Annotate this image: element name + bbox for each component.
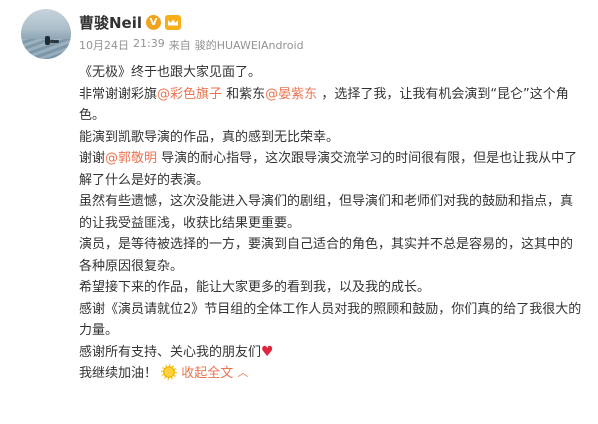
post-source-prefix: 来自 <box>168 39 191 52</box>
post-paragraph: 能演到凯歌导演的作品，真的感到无比荣幸。 <box>79 129 340 145</box>
post-time[interactable]: 21:39 <box>133 37 165 53</box>
post-text: 和紫东 <box>222 86 266 102</box>
heart-icon: ♥ <box>261 343 274 360</box>
post-source: 骏的HUAWEIAndroid <box>194 39 304 52</box>
post-text: 谢谢 <box>79 151 106 166</box>
avatar-figure-shadow <box>50 40 59 43</box>
post-paragraph: 虽然有些遗憾，这次没能进入导演们的剧组，但导演们和老师们对我的鼓励和指点，真的让… <box>79 194 574 231</box>
post-paragraph: 我继续加油！ 收起全文 ︿ <box>79 363 584 385</box>
post-paragraph: 感谢所有支持、关心我的朋友们♥ <box>79 342 584 364</box>
chevron-up-icon[interactable]: ︿ <box>237 362 248 384</box>
post-paragraph: 感谢《演员请就位2》节目组的全体工作人员对我的照顾和鼓励，你们真的给了我很大的力… <box>79 301 582 339</box>
mention-link[interactable]: @郭敬明 <box>105 151 157 166</box>
collapse-full-text-link[interactable]: 收起全文 <box>181 366 233 381</box>
mention-link[interactable]: @晏紫东 <box>265 87 317 102</box>
post-paragraph: 谢谢@郭敬明 导演的耐心指导，这次跟导演交流学习的时间很有限，但是也让我从中了解… <box>79 148 584 191</box>
post-paragraph: 《无极》终于也跟大家见面了。 <box>79 65 262 80</box>
crown-badge-icon[interactable] <box>165 14 182 30</box>
author-name[interactable]: 曹骏Neil <box>79 12 142 33</box>
post-paragraph: 演员，是等待被选择的一方，要演到自己适合的角色，其实并不总是容易的，这其中的各种… <box>79 237 574 274</box>
mention-link[interactable]: @彩色旗子 <box>157 87 222 102</box>
post-text: 我继续加油！ <box>79 366 158 381</box>
post-text: 感谢所有支持、关心我的朋友们 <box>79 344 262 360</box>
verified-badge-icon[interactable]: V <box>146 14 162 30</box>
post-meta: 10月24日 21:39 来自 骏的HUAWEIAndroid <box>79 37 304 53</box>
post-text: 非常谢谢彩旗 <box>79 86 158 102</box>
post-paragraph: 希望接下来的作品，能让大家更多的看到我，以及我的成长。 <box>79 280 431 295</box>
post-content: 《无极》终于也跟大家见面了。 非常谢谢彩旗@彩色旗子 和紫东@晏紫东 ，选择了我… <box>79 62 584 385</box>
author-row: 曹骏Neil V <box>79 11 182 33</box>
post-date[interactable]: 10月24日 <box>79 37 129 53</box>
sun-emoji-icon <box>161 364 178 380</box>
post-paragraph: 非常谢谢彩旗@彩色旗子 和紫东@晏紫东 ，选择了我，让我有机会演到“昆仑”这个角… <box>79 84 584 127</box>
avatar[interactable] <box>21 9 71 59</box>
